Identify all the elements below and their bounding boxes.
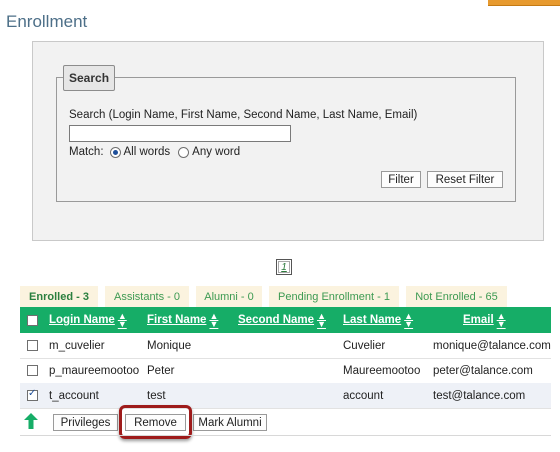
cell-first-name: Monique (147, 339, 192, 352)
remove-button[interactable]: Remove (125, 414, 186, 431)
all-words-radio[interactable] (109, 146, 121, 158)
cell-login-name: p_maureemootoo (49, 364, 140, 377)
up-arrow-icon (24, 413, 38, 429)
search-input[interactable] (69, 125, 291, 142)
cell-last-name: Maureemootoo (343, 364, 421, 377)
header-first-name[interactable]: First Name ▲ ▼ (147, 307, 218, 333)
tab-not-enrolled[interactable]: Not Enrolled - 65 (406, 286, 507, 307)
all-words-label: All words (123, 146, 171, 158)
sort-icon: ▲ ▼ (209, 311, 219, 329)
table-row[interactable]: m_cuvelier Monique Cuvelier monique@tala… (20, 333, 551, 359)
page-number-link[interactable]: 1 (276, 259, 292, 275)
row-checkbox[interactable] (27, 340, 38, 351)
table-row[interactable]: p_maureemootoo Peter Maureemootoo peter@… (20, 358, 551, 384)
cell-first-name: test (147, 389, 166, 402)
table-row[interactable]: t_account test account test@talance.com (20, 383, 551, 409)
header-login-name[interactable]: Login Name ▲ ▼ (49, 307, 127, 333)
tab-alumni[interactable]: Alumni - 0 (196, 286, 262, 307)
cell-email: monique@talance.com (433, 339, 551, 352)
tab-assistants[interactable]: Assistants - 0 (105, 286, 189, 307)
header-email-label: Email (463, 314, 494, 326)
table-header: Login Name ▲ ▼ First Name ▲ ▼ Second Name … (20, 307, 551, 333)
cell-login-name: t_account (49, 389, 99, 402)
search-panel: Search Search (Login Name, First Name, S… (32, 41, 544, 241)
cell-login-name: m_cuvelier (49, 339, 105, 352)
cell-email: test@talance.com (433, 389, 526, 402)
sort-icon: ▲ ▼ (117, 311, 127, 329)
search-legend: Search (63, 65, 116, 91)
sort-icon: ▲ ▼ (317, 311, 326, 329)
any-word-radio[interactable] (178, 146, 190, 158)
privileges-button[interactable]: Privileges (53, 414, 118, 431)
top-corner-badge (488, 0, 560, 6)
match-options: Match: All words Any word (69, 146, 240, 158)
page-title: Enrollment (6, 12, 88, 31)
select-all-checkbox[interactable] (27, 315, 38, 326)
header-second-name-label: Second Name (238, 314, 315, 326)
header-second-name[interactable]: Second Name ▲ ▼ (238, 307, 326, 333)
header-first-name-label: First Name (147, 314, 207, 326)
cell-email: peter@talance.com (433, 364, 533, 377)
filter-button[interactable]: Filter (381, 171, 421, 188)
cell-last-name: account (343, 389, 384, 402)
search-field-label: Search (Login Name, First Name, Second N… (69, 109, 418, 121)
cell-first-name: Peter (147, 364, 175, 377)
mark-alumni-button[interactable]: Mark Alumni (193, 414, 267, 431)
header-last-name[interactable]: Last Name ▲ ▼ (343, 307, 413, 333)
any-word-label: Any word (192, 146, 241, 158)
row-checkbox[interactable] (27, 365, 38, 376)
sort-icon: ▲ ▼ (404, 311, 414, 329)
match-label: Match: (69, 146, 104, 158)
header-last-name-label: Last Name (343, 314, 402, 326)
tab-pending-enrollment[interactable]: Pending Enrollment - 1 (269, 286, 399, 307)
header-login-name-label: Login Name (49, 314, 115, 326)
sort-icon: ▲ ▼ (496, 311, 506, 329)
table-footer-divider (20, 435, 551, 436)
tab-enrolled[interactable]: Enrolled - 3 (20, 286, 98, 307)
row-checkbox[interactable] (27, 388, 38, 401)
cell-last-name: Cuvelier (343, 339, 386, 352)
reset-filter-button[interactable]: Reset Filter (427, 171, 503, 188)
header-email[interactable]: Email ▲ ▼ (463, 307, 506, 333)
